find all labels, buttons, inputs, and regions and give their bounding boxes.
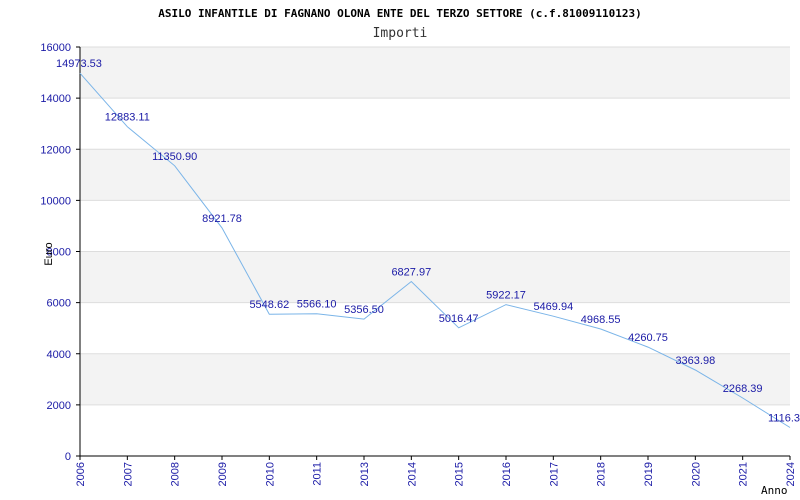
data-label: 8921.78 bbox=[202, 213, 242, 225]
data-label: 11350.90 bbox=[152, 151, 197, 163]
data-label: 6827.97 bbox=[391, 266, 431, 278]
x-tick-label: 2021 bbox=[738, 462, 750, 486]
data-label: 3363.98 bbox=[675, 355, 715, 367]
data-label: 2268.39 bbox=[723, 383, 763, 395]
x-tick-label: 2014 bbox=[406, 462, 418, 486]
data-label: 5356.50 bbox=[344, 304, 384, 316]
line-chart: ASILO INFANTILE DI FAGNANO OLONA ENTE DE… bbox=[40, 7, 800, 497]
data-label: 5016.47 bbox=[439, 313, 479, 325]
gridlines bbox=[80, 46, 790, 406]
y-tick-label: 12000 bbox=[40, 144, 71, 156]
chart-title: ASILO INFANTILE DI FAGNANO OLONA ENTE DE… bbox=[158, 7, 641, 20]
plot-bands bbox=[80, 47, 790, 405]
x-tick-label: 2009 bbox=[217, 462, 229, 486]
y-axis-label: Euro bbox=[43, 242, 55, 265]
y-tick-label: 0 bbox=[65, 451, 71, 463]
y-tick-label: 4000 bbox=[47, 349, 71, 361]
x-tick-label: 2024 bbox=[785, 462, 797, 486]
x-tick-label: 2011 bbox=[312, 462, 324, 486]
x-tick-label: 2018 bbox=[596, 462, 608, 486]
y-tick-label: 14000 bbox=[40, 93, 71, 105]
plot-band bbox=[80, 47, 790, 99]
data-label: 5548.62 bbox=[249, 299, 289, 311]
data-label: 5922.17 bbox=[486, 290, 526, 302]
data-label: 14973.53 bbox=[56, 58, 102, 70]
x-tick-label: 2006 bbox=[75, 462, 87, 486]
data-label: 4260.75 bbox=[628, 332, 668, 344]
x-tick-label: 2008 bbox=[170, 462, 182, 486]
chart-subtitle: Importi bbox=[373, 26, 428, 41]
data-label: 5469.94 bbox=[533, 301, 573, 313]
y-tick-label: 2000 bbox=[47, 400, 71, 412]
x-tick-label: 2007 bbox=[122, 462, 134, 486]
x-tick-label: 2017 bbox=[548, 462, 560, 486]
y-tick-label: 10000 bbox=[40, 195, 71, 207]
data-label: 12883.11 bbox=[105, 112, 150, 124]
y-tick-label: 16000 bbox=[40, 42, 71, 54]
x-tick-label: 2016 bbox=[501, 462, 513, 486]
y-tick-label: 6000 bbox=[47, 298, 71, 310]
data-label: 1116.3 bbox=[768, 412, 800, 424]
x-axis-label: Anno bbox=[761, 484, 788, 497]
data-label: 5566.10 bbox=[297, 299, 337, 311]
x-tick-label: 2013 bbox=[359, 462, 371, 486]
x-tick-label: 2019 bbox=[643, 462, 655, 486]
x-tick-label: 2010 bbox=[264, 462, 276, 486]
x-tick-label: 2020 bbox=[690, 462, 702, 486]
data-label: 4968.55 bbox=[581, 314, 621, 326]
plot-band bbox=[80, 251, 790, 303]
x-tick-label: 2015 bbox=[454, 462, 466, 486]
x-tick-labels: 2006 2007 2008 2009 2010 2011 2013 2014 2015 2016… bbox=[75, 456, 797, 486]
